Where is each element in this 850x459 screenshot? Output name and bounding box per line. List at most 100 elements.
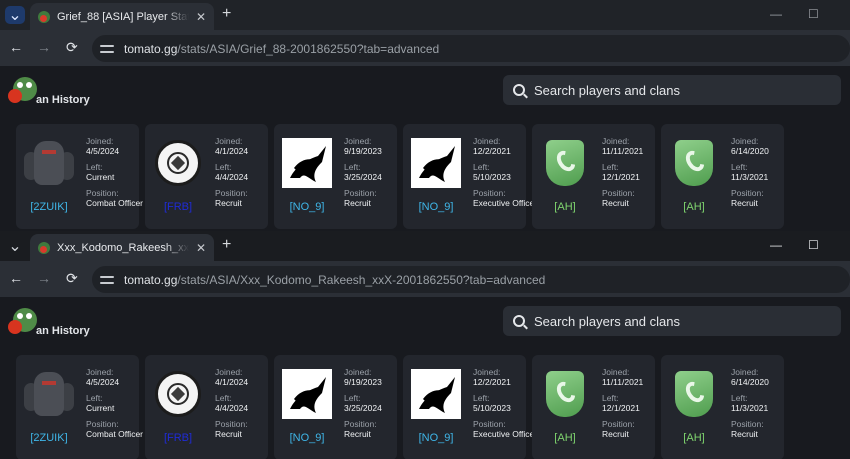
back-button[interactable]: ← [9,39,23,55]
maximize-button[interactable]: ☐ [808,238,819,252]
clan-details: Joined: 4/1/2024 Left: 4/4/2024 Position: Rec… [215,136,271,214]
ah-shield-logo [669,138,719,188]
clan-tag[interactable]: [NO_9] [274,201,340,213]
position-value: Recruit [731,198,758,208]
clan-card[interactable]: [FRB] Joined: 4/1/2024 Left: 4/4/2024 Positio… [145,124,268,229]
clan-history-list: [2ZUIK] Joined: 4/5/2024 Left: Current Positi… [16,124,784,229]
tab-search-chevron-icon[interactable]: ⌄ [5,6,25,24]
joined-label: Joined: [731,367,759,377]
left-date: 4/4/2024 [215,403,249,413]
address-bar[interactable]: tomato.gg/stats/ASIA/Xxx_Kodomo_Rakeesh_… [92,266,850,293]
clan-card[interactable]: [AH] Joined: 11/11/2021 Left: 12/1/2021 Posit… [532,124,655,229]
left-label: Left: [731,393,748,403]
tomato-mascot-icon[interactable] [8,76,38,106]
clan-tag[interactable]: [AH] [661,201,727,213]
clan-tag[interactable]: [NO_9] [403,432,469,444]
forward-button[interactable]: → [37,39,51,55]
left-label: Left: [86,393,103,403]
browser-toolbar: ← → ⟳ tomato.gg/stats/ASIA/Grief_88-2001… [0,30,850,66]
close-tab-icon[interactable]: ✕ [196,10,206,24]
clan-tag[interactable]: [2ZUIK] [16,432,82,444]
left-date: Current [86,403,115,413]
joined-date: 9/19/2023 [344,146,382,156]
position-label: Position: [86,188,119,198]
clan-details: Joined: 4/5/2024 Left: Current Position: Comb… [86,367,143,445]
reload-button[interactable]: ⟳ [66,39,78,56]
clan-tag[interactable]: [NO_9] [403,201,469,213]
ah-shield-logo [540,369,590,419]
clan-details: Joined: 4/5/2024 Left: Current Position: Comb… [86,136,143,214]
left-label: Left: [602,393,619,403]
clan-card[interactable]: [NO_9] Joined: 12/2/2021 Left: 5/10/2023 Posi… [403,124,538,229]
browser-tab[interactable]: Xxx_Kodomo_Rakeesh_xxX [AS ✕ [30,234,214,261]
reload-button[interactable]: ⟳ [66,270,78,287]
position-label: Position: [731,419,764,429]
close-tab-icon[interactable]: ✕ [196,241,206,255]
left-label: Left: [473,393,490,403]
clan-tag[interactable]: [FRB] [145,432,211,444]
left-label: Left: [473,162,490,172]
position-value: Executive Officer [473,198,538,208]
federal-seal-logo [153,138,203,188]
new-tab-button[interactable]: + [222,5,231,23]
site-settings-icon[interactable] [100,43,114,55]
minimize-button[interactable]: — [770,238,782,252]
minimize-button[interactable]: — [770,7,782,21]
clan-tag[interactable]: [2ZUIK] [16,201,82,213]
clan-card[interactable]: [FRB] Joined: 4/1/2024 Left: 4/4/2024 Positio… [145,355,268,459]
no9-emblem-logo [411,369,461,419]
search-icon [513,315,525,327]
back-button[interactable]: ← [9,270,23,286]
browser-toolbar: ← → ⟳ tomato.gg/stats/ASIA/Xxx_Kodomo_Ra… [0,261,850,297]
left-date: Current [86,172,115,182]
tab-search-chevron-icon[interactable]: ⌄ [5,237,25,255]
position-value: Recruit [602,429,629,439]
browser-tab[interactable]: Grief_88 [ASIA] Player Stats - T ✕ [30,3,214,30]
joined-label: Joined: [86,367,114,377]
clan-card[interactable]: [2ZUIK] Joined: 4/5/2024 Left: Current Positi… [16,355,143,459]
position-label: Position: [602,419,635,429]
clan-tag[interactable]: [NO_9] [274,432,340,444]
clan-card[interactable]: [AH] Joined: 11/11/2021 Left: 12/1/2021 Posit… [532,355,655,459]
tomato-mascot-icon[interactable] [8,307,38,337]
clan-tag[interactable]: [AH] [532,201,598,213]
url-host: tomato.gg [124,272,178,287]
joined-label: Joined: [344,367,372,377]
search-icon [513,84,525,96]
clan-details: Joined: 6/14/2020 Left: 11/3/2021 Position: R… [731,136,787,214]
tab-title: Grief_88 [ASIA] Player Stats - T [57,10,189,23]
search-players-input[interactable]: Search players and clans [503,306,841,336]
joined-label: Joined: [86,136,114,146]
left-label: Left: [344,162,361,172]
clan-card[interactable]: [NO_9] Joined: 9/19/2023 Left: 3/25/2024 Posi… [274,355,397,459]
clan-card[interactable]: [AH] Joined: 6/14/2020 Left: 11/3/2021 Positi… [661,355,784,459]
address-bar[interactable]: tomato.gg/stats/ASIA/Grief_88-2001862550… [92,35,850,62]
joined-label: Joined: [731,136,759,146]
url-path: /stats/ASIA/Xxx_Kodomo_Rakeesh_xxX-20018… [177,272,546,287]
clan-tag[interactable]: [AH] [661,432,727,444]
left-date: 5/10/2023 [473,172,511,182]
federal-seal-logo [153,369,203,419]
clan-tag[interactable]: [AH] [532,432,598,444]
clan-card[interactable]: [AH] Joined: 6/14/2020 Left: 11/3/2021 Positi… [661,124,784,229]
maximize-button[interactable]: ☐ [808,7,819,21]
position-label: Position: [473,188,506,198]
tab-strip: ⌄ Xxx_Kodomo_Rakeesh_xxX [AS ✕ + — ☐ [0,231,850,261]
forward-button[interactable]: → [37,270,51,286]
new-tab-button[interactable]: + [222,236,231,254]
joined-date: 6/14/2020 [731,377,769,387]
tab-strip: ⌄ Grief_88 [ASIA] Player Stats - T ✕ + —… [0,0,850,30]
left-label: Left: [86,162,103,172]
url-host: tomato.gg [124,41,178,56]
joined-label: Joined: [473,136,501,146]
clan-history-list: [2ZUIK] Joined: 4/5/2024 Left: Current Positi… [16,355,784,459]
joined-label: Joined: [473,367,501,377]
clan-card[interactable]: [NO_9] Joined: 12/2/2021 Left: 5/10/2023 Posi… [403,355,537,459]
clan-tag[interactable]: [FRB] [145,201,211,213]
clan-card[interactable]: [NO_9] Joined: 9/19/2023 Left: 3/25/2024 Posi… [274,124,397,229]
search-players-input[interactable]: Search players and clans [503,75,841,105]
clan-card[interactable]: [2ZUIK] Joined: 4/5/2024 Left: Current Positi… [16,124,143,229]
site-settings-icon[interactable] [100,274,114,286]
joined-date: 4/1/2024 [215,146,249,156]
joined-date: 4/5/2024 [86,146,120,156]
